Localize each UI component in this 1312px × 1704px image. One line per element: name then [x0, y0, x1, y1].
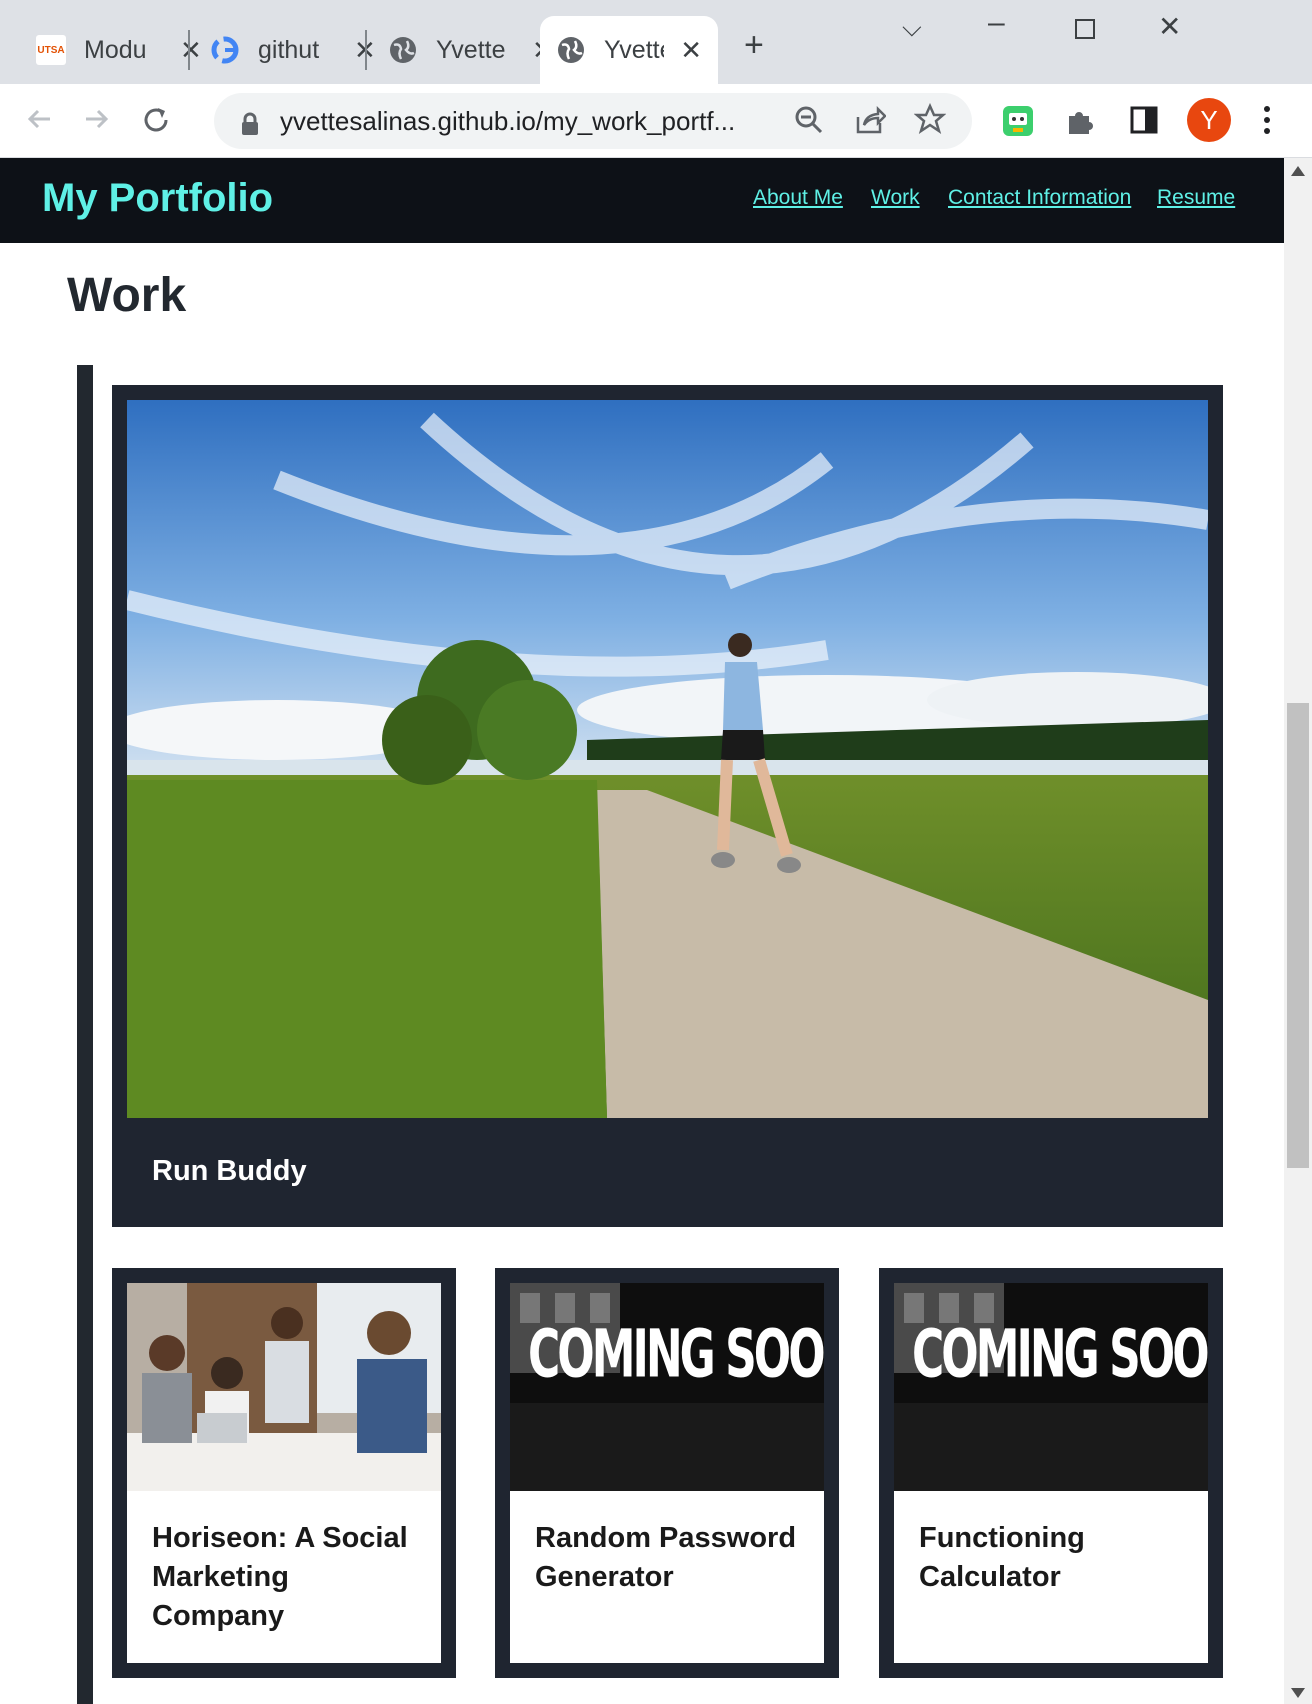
- project-card-body: Random Password Generator: [510, 1491, 824, 1663]
- project-card-title[interactable]: Horiseon: A Social Marketing Company: [152, 1519, 416, 1636]
- scroll-up-arrow-icon[interactable]: [1291, 166, 1305, 176]
- coming-soon-photo[interactable]: COMING SOON: [510, 1283, 824, 1491]
- nav-link-resume[interactable]: Resume: [1157, 186, 1235, 210]
- tab-separator: [188, 30, 190, 70]
- nav-link-contact-information[interactable]: Contact Information: [948, 186, 1131, 210]
- address-bar[interactable]: yvettesalinas.github.io/my_work_portf...: [214, 93, 972, 149]
- window-close-icon[interactable]: ✕: [1158, 10, 1181, 43]
- site-brand[interactable]: My Portfolio: [42, 176, 273, 221]
- project-card-body: Functioning Calculator: [894, 1491, 1208, 1663]
- bookmark-star-icon[interactable]: [913, 102, 947, 140]
- site-header: My Portfolio About Me Work Contact Infor…: [0, 158, 1284, 243]
- scroll-down-arrow-icon[interactable]: [1291, 1688, 1305, 1698]
- project-card-title[interactable]: Functioning Calculator: [919, 1519, 1183, 1597]
- project-card[interactable]: COMING SOON Functioning Calculator: [879, 1268, 1223, 1678]
- globe-icon: [556, 35, 586, 65]
- project-card-body: Horiseon: A Social Marketing Company: [127, 1491, 441, 1663]
- back-arrow-icon[interactable]: [24, 104, 54, 139]
- coming-soon-photo[interactable]: COMING SOON: [894, 1283, 1208, 1491]
- work-heading: Work: [67, 269, 187, 322]
- scrollbar-thumb[interactable]: [1287, 703, 1309, 1168]
- tab-title: Yvette: [604, 35, 664, 64]
- utsa-icon: UTSA: [36, 35, 66, 65]
- close-icon[interactable]: ✕: [680, 35, 702, 66]
- more-menu-icon[interactable]: [1262, 104, 1272, 141]
- page-viewport: My Portfolio About Me Work Contact Infor…: [0, 158, 1284, 1704]
- zoom-icon[interactable]: [794, 105, 824, 140]
- tab-github[interactable]: githut ✕: [194, 16, 392, 84]
- side-panel-icon[interactable]: [1130, 106, 1158, 139]
- browser-tab-strip: UTSA Modu ✕ githut ✕ Yvette ✕ Yvette ✕ +…: [0, 0, 1312, 84]
- tab-search-chevron-icon[interactable]: ⌵: [902, 12, 922, 44]
- tab-title: Modu: [84, 35, 147, 64]
- globe-icon: [388, 35, 418, 65]
- nav-link-about-me[interactable]: About Me: [753, 186, 843, 210]
- section-border: [77, 365, 93, 1704]
- share-icon[interactable]: [854, 105, 887, 140]
- lock-icon[interactable]: [240, 109, 260, 141]
- project-card-title[interactable]: Random Password Generator: [535, 1519, 799, 1597]
- coming-soon-text: COMING SOON: [528, 1316, 824, 1393]
- tab-separator: [365, 30, 367, 70]
- featured-project-card[interactable]: Run Buddy: [112, 385, 1223, 1227]
- page-scrollbar[interactable]: [1284, 158, 1312, 1704]
- tab-yvette-active[interactable]: Yvette ✕: [540, 16, 718, 84]
- browser-toolbar: yvettesalinas.github.io/my_work_portf...…: [0, 84, 1312, 158]
- maximize-icon[interactable]: [1074, 14, 1096, 48]
- project-card[interactable]: Horiseon: A Social Marketing Company: [112, 1268, 456, 1678]
- extensions-puzzle-icon[interactable]: [1065, 106, 1095, 141]
- forward-arrow-icon[interactable]: [82, 104, 112, 139]
- featured-project-title[interactable]: Run Buddy: [152, 1155, 307, 1188]
- project-card[interactable]: COMING SOON Random Password Generator: [495, 1268, 839, 1678]
- extension-robot-icon[interactable]: [1001, 104, 1035, 143]
- tab-title: githut: [258, 35, 320, 64]
- nav-link-work[interactable]: Work: [871, 186, 920, 210]
- google-icon: [210, 35, 240, 65]
- tab-title: Yvette: [436, 35, 506, 64]
- minimize-icon[interactable]: –: [988, 6, 1005, 40]
- new-tab-plus-icon[interactable]: +: [744, 26, 764, 65]
- run-buddy-photo[interactable]: [127, 400, 1208, 1118]
- url-text[interactable]: yvettesalinas.github.io/my_work_portf...: [280, 106, 790, 137]
- profile-avatar[interactable]: Y: [1187, 98, 1231, 142]
- reload-icon[interactable]: [140, 104, 172, 141]
- team-meeting-photo[interactable]: [127, 1283, 441, 1491]
- coming-soon-text: COMING SOON: [912, 1316, 1208, 1393]
